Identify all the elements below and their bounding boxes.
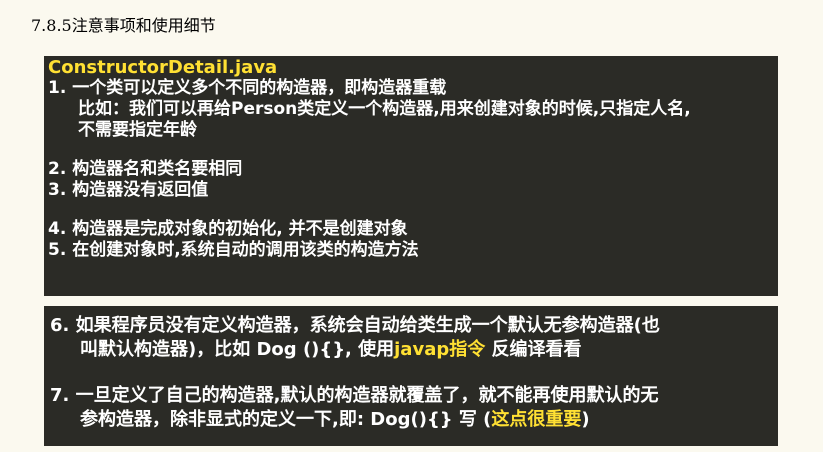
note-item-5: 5. 在创建对象时,系统自动的调用该类的构造方法 [48,240,419,260]
note-item-4: 4. 构造器是完成对象的初始化, 并不是创建对象 [48,219,408,239]
notes-panel-1: ConstructorDetail.java 1. 一个类可以定义多个不同的构造… [44,56,778,296]
note-item-6-b: 叫默认构造器)，比如 Dog (){}, 使用javap指令 反编译看看 [50,338,772,362]
note-item-7-b-text: 参构造器，除非显式的定义一下,即: Dog(){} 写 ( [80,409,492,430]
notes-panel-2: 6. 如果程序员没有定义构造器，系统会自动给类生成一个默认无参构造器(也 叫默认… [44,306,778,446]
note-item-7-b: 参构造器，除非显式的定义一下,即: Dog(){} 写 (这点很重要) [50,408,772,432]
note-item-1: 1. 一个类可以定义多个不同的构造器，即构造器重载 [48,78,447,98]
note-item-6-a: 6. 如果程序员没有定义构造器，系统会自动给类生成一个默认无参构造器(也 [50,315,660,336]
note-item-7-b-tail: ) [581,409,590,430]
note-item-6-b-text: 叫默认构造器)，比如 Dog (){}, 使用 [80,339,395,360]
note-item-1-detail-b: 不需要指定年龄 [78,120,197,140]
note-item-3: 3. 构造器没有返回值 [48,180,209,200]
note-item-7-a: 7. 一旦定义了自己的构造器,默认的构造器就覆盖了，就不能再使用默认的无 [50,385,659,406]
note-item-6-b-tail: 反编译看看 [485,339,582,360]
javap-highlight: javap指令 [394,339,486,360]
section-heading: 7.8.5注意事项和使用细节 [31,16,216,35]
note-item-1-detail-a: 比如：我们可以再给Person类定义一个构造器,用来创建对象的时候,只指定人名, [78,99,691,119]
note-item-2: 2. 构造器名和类名要相同 [48,159,243,179]
important-highlight: 这点很重要 [491,409,582,430]
file-title: ConstructorDetail.java [48,57,278,78]
